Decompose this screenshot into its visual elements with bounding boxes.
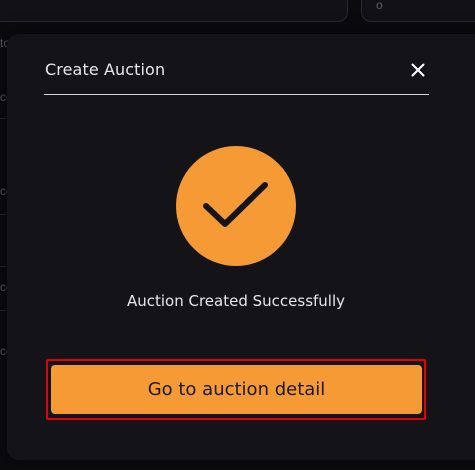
close-button[interactable]: [405, 58, 431, 82]
go-to-auction-detail-button[interactable]: Go to auction detail: [51, 365, 422, 414]
create-auction-modal: Create Auction Auction Created Successfu…: [7, 34, 475, 460]
modal-header-divider: [44, 94, 429, 95]
checkmark-icon: [203, 182, 268, 227]
success-message: Auction Created Successfully: [126, 292, 346, 310]
success-badge: [176, 146, 296, 266]
background-card: [0, 0, 348, 22]
background-text: o: [376, 0, 383, 12]
modal-title: Create Auction: [45, 60, 166, 79]
close-icon: [411, 63, 425, 77]
